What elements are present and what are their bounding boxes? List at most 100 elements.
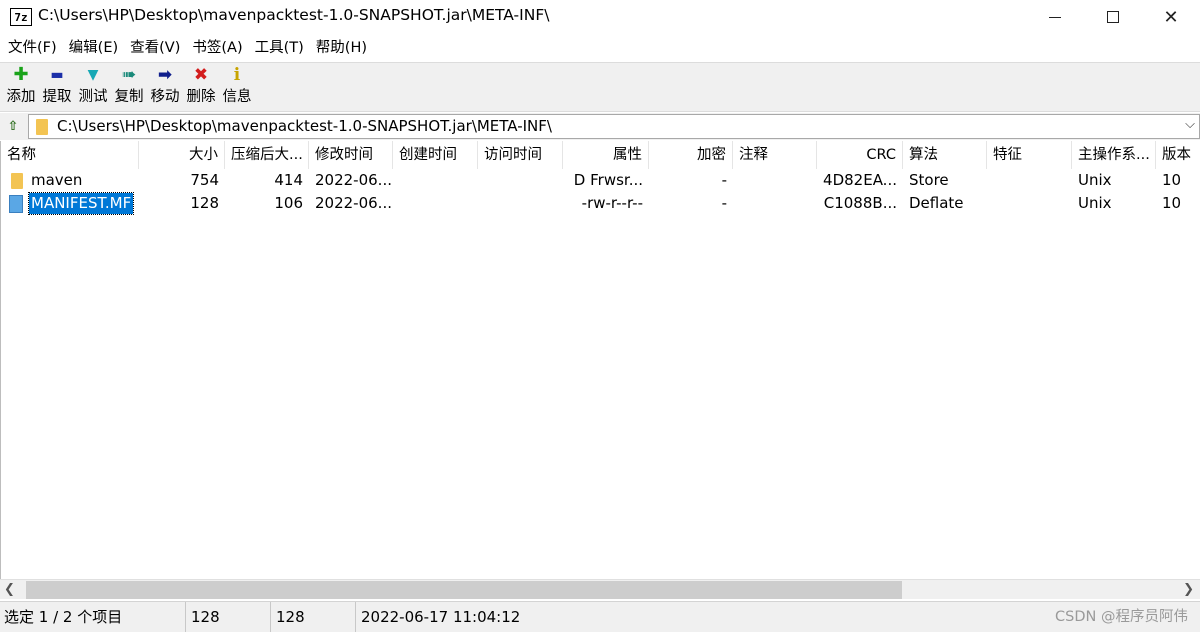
move-label: 移动 [150,89,180,105]
maximize-button[interactable] [1084,0,1142,34]
extract-icon: ▬ [50,67,64,83]
delete-icon: ✖ [193,64,209,85]
column-packed-size[interactable]: 压缩后大... [225,141,309,169]
column-accessed[interactable]: 访问时间 [478,141,563,169]
column-version[interactable]: 版本 [1156,141,1200,169]
file-icon [9,194,23,213]
toolbar: ✚ 添加 ▬ 提取 ▼ 测试 ➠ 复制 ➡ 移动 ✖ 删除 i 信息 [0,62,1200,112]
menu-tools[interactable]: 工具(T) [249,36,310,60]
created-cell [393,169,478,192]
menu-edit[interactable]: 编辑(E) [63,36,124,60]
column-attributes[interactable]: 属性 [563,141,649,169]
extract-button[interactable]: ▬ 提取 [39,63,75,111]
move-icon: ➡ [157,64,173,85]
info-icon: i [233,64,241,85]
column-header-row: 名称 大小 压缩后大... 修改时间 创建时间 访问时间 属性 加密 注释 CR… [1,141,1200,169]
host-os-cell: Unix [1078,171,1112,189]
scroll-left-icon[interactable]: ❮ [4,582,15,597]
horizontal-scrollbar[interactable]: ❮ ❯ [0,579,1200,599]
path-text: C:\Users\HP\Desktop\mavenpacktest-1.0-SN… [57,117,552,135]
move-button[interactable]: ➡ 移动 [147,63,183,111]
status-modified: 2022-06-17 11:04:12 [361,608,521,626]
add-icon: ✚ [13,64,29,85]
status-bar: 选定 1 / 2 个项目 128 128 2022-06-17 11:04:12… [0,601,1200,632]
delete-button[interactable]: ✖ 删除 [183,63,219,111]
menu-view[interactable]: 查看(V) [124,36,186,60]
modified-cell: 2022-06... [315,194,392,212]
maximize-icon [1107,11,1119,23]
test-icon: ▼ [87,67,99,83]
column-encrypted[interactable]: 加密 [649,141,733,169]
minimize-icon [1049,16,1061,18]
minimize-button[interactable] [1026,0,1084,34]
title-bar: 7z C:\Users\HP\Desktop\mavenpacktest-1.0… [0,0,1200,34]
packed-size-cell: 414 [274,171,303,189]
host-os-cell: Unix [1078,194,1112,212]
7zip-app-icon: 7z [10,8,32,26]
accessed-cell [478,192,563,215]
test-button[interactable]: ▼ 测试 [75,63,111,111]
table-row[interactable]: MANIFEST.MF 128 106 2022-06... -rw-r--r-… [1,192,1200,215]
watermark-text: CSDN @程序员阿伟 [1055,609,1188,625]
column-comment[interactable]: 注释 [733,141,817,169]
column-method[interactable]: 算法 [903,141,987,169]
column-characteristics[interactable]: 特征 [987,141,1072,169]
close-icon: ✕ [1163,6,1179,28]
test-label: 测试 [78,89,108,105]
folder-up-icon[interactable]: ⇧ [4,117,22,135]
scroll-right-icon[interactable]: ❯ [1183,582,1194,597]
version-cell: 10 [1162,171,1182,189]
column-crc[interactable]: CRC [817,141,903,169]
created-cell [393,192,478,215]
chevron-down-icon[interactable]: ⌵ [1185,117,1195,132]
info-button[interactable]: i 信息 [219,63,255,111]
characteristics-cell [987,192,1072,215]
file-list[interactable]: 名称 大小 压缩后大... 修改时间 创建时间 访问时间 属性 加密 注释 CR… [0,141,1200,579]
extract-label: 提取 [42,89,72,105]
comment-cell [733,192,817,215]
name-cell: MANIFEST.MF [1,192,139,215]
characteristics-cell [987,169,1072,192]
packed-size-cell: 106 [274,194,303,212]
copy-button[interactable]: ➠ 复制 [111,63,147,111]
close-button[interactable]: ✕ [1142,0,1200,34]
size-cell: 128 [190,194,219,212]
window-title: C:\Users\HP\Desktop\mavenpacktest-1.0-SN… [38,6,550,24]
name-cell: maven [1,169,139,192]
accessed-cell [478,169,563,192]
crc-cell: C1088B... [823,194,897,212]
version-cell: 10 [1162,194,1182,212]
column-modified[interactable]: 修改时间 [309,141,393,169]
folder-icon [11,172,23,189]
size-cell: 754 [190,171,219,189]
path-combobox[interactable]: C:\Users\HP\Desktop\mavenpacktest-1.0-SN… [28,114,1200,139]
crc-cell: 4D82EA... [823,171,897,189]
status-selection: 选定 1 / 2 个项目 [0,602,186,632]
file-name: MANIFEST.MF [27,192,135,215]
copy-icon: ➠ [121,64,137,85]
info-label: 信息 [222,89,252,105]
menu-help[interactable]: 帮助(H) [310,36,373,60]
table-row[interactable]: maven 754 414 2022-06... D Frwsr... - 4D… [1,169,1200,192]
menu-bar: 文件(F) 编辑(E) 查看(V) 书签(A) 工具(T) 帮助(H) [0,36,1200,60]
file-name: maven [31,171,83,189]
column-size[interactable]: 大小 [139,141,225,169]
delete-label: 删除 [186,89,216,105]
attributes-cell: -rw-r--r-- [581,194,643,212]
comment-cell [733,169,817,192]
method-cell: Deflate [909,194,964,212]
attributes-cell: D Frwsr... [573,171,643,189]
column-host-os[interactable]: 主操作系... [1072,141,1156,169]
add-label: 添加 [6,89,36,105]
menu-file[interactable]: 文件(F) [2,36,63,60]
scrollbar-thumb[interactable] [26,581,902,599]
menu-bookmarks[interactable]: 书签(A) [186,36,248,60]
encrypted-cell: - [721,194,727,212]
column-name[interactable]: 名称 [1,141,139,169]
add-button[interactable]: ✚ 添加 [3,63,39,111]
status-packed-size: 128 [271,602,356,632]
method-cell: Store [909,171,949,189]
status-size: 128 [186,602,271,632]
modified-cell: 2022-06... [315,171,392,189]
column-created[interactable]: 创建时间 [393,141,478,169]
